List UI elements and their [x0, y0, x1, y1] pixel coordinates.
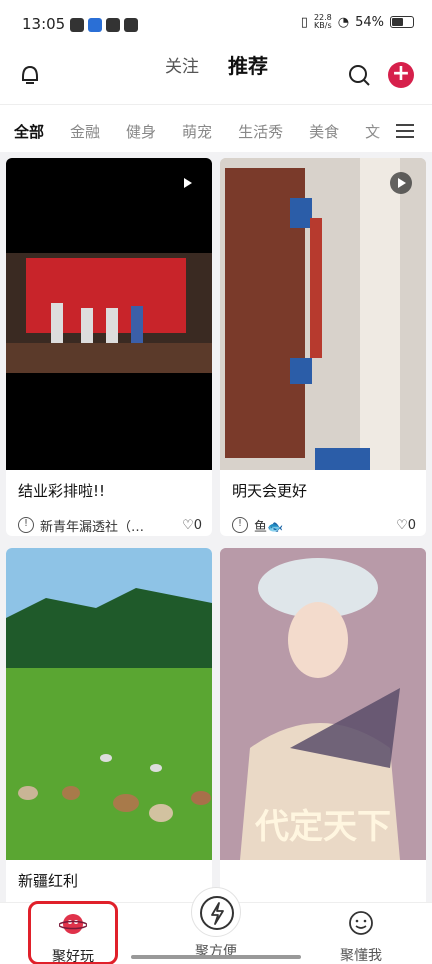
- nav-home[interactable]: 聚好玩: [28, 901, 118, 964]
- card-title: 结业彩排啦!!: [18, 482, 106, 500]
- vibrate-icon: ▯: [300, 14, 308, 30]
- card-author[interactable]: 鱼🐟: [254, 516, 396, 535]
- search-icon[interactable]: [346, 62, 372, 88]
- net-speed: 22.8 KB/s: [313, 13, 332, 30]
- nav-convenience[interactable]: 聚方便: [171, 887, 261, 961]
- status-right: ▯ 22.8 KB/s ◔ 54%: [301, 14, 414, 30]
- like-count: 0: [193, 517, 202, 533]
- link-icon: [106, 18, 120, 32]
- info-icon: !: [18, 517, 34, 533]
- stage-performance-image: [6, 253, 212, 373]
- poster-title: 代定天下: [254, 807, 391, 847]
- card-author[interactable]: 新青年漏透社（…: [40, 516, 182, 535]
- bottom-navigation: 聚好玩 聚方便 聚懂我: [0, 887, 432, 964]
- feed-card[interactable]: 明天会更好 ! 鱼🐟 ♡ 0: [220, 158, 426, 536]
- heart-icon[interactable]: ♡: [182, 518, 194, 533]
- heart-icon[interactable]: ♡: [396, 518, 408, 533]
- video-play-icon: [176, 172, 198, 194]
- category-menu-icon[interactable]: [396, 124, 414, 138]
- add-post-button[interactable]: +: [388, 62, 414, 88]
- planet-icon: [58, 914, 88, 934]
- card-thumbnail: [220, 158, 426, 470]
- nav-me[interactable]: 聚懂我: [316, 909, 406, 964]
- tab-recommend[interactable]: 推荐: [228, 50, 268, 81]
- feed-card[interactable]: 代定天下: [220, 548, 426, 902]
- nav-me-label: 聚懂我: [340, 948, 382, 964]
- card-title: 明天会更好: [232, 482, 308, 500]
- notification-icons: [70, 18, 138, 32]
- card-meta: ! 新青年漏透社（… ♡ 0: [6, 506, 212, 536]
- top-header: 关注 推荐 +: [0, 50, 432, 102]
- battery-percent: 54%: [355, 14, 384, 30]
- status-bar: 13:05 ▯ 22.8 KB/s ◔ 54%: [0, 0, 432, 50]
- grassland-sheep-image: [6, 548, 212, 860]
- category-tab[interactable]: 美食: [309, 121, 339, 142]
- like-count: 0: [407, 517, 416, 533]
- card-thumbnail: [6, 158, 212, 470]
- home-indicator[interactable]: [131, 955, 301, 959]
- card-meta: ! 鱼🐟 ♡ 0: [220, 506, 426, 536]
- battery-icon: [390, 16, 414, 28]
- tiktok-icon: [124, 18, 138, 32]
- status-time: 13:05: [22, 15, 66, 33]
- lightning-icon: [191, 887, 241, 937]
- category-tab[interactable]: 健身: [126, 121, 156, 142]
- info-icon: !: [232, 517, 248, 533]
- app-notification-icon: [88, 18, 102, 32]
- nav-home-label: 聚好玩: [52, 949, 94, 964]
- wifi-icon: ◔: [337, 14, 350, 30]
- feed-card[interactable]: 新疆红利: [6, 548, 212, 902]
- category-tabs: 全部金融健身萌宠生活秀美食文: [0, 104, 432, 152]
- category-tab[interactable]: 全部: [14, 121, 44, 142]
- category-tab[interactable]: 金融: [70, 121, 100, 142]
- notification-bell-icon[interactable]: [17, 62, 43, 88]
- smiley-icon: [349, 911, 373, 935]
- category-tab[interactable]: 生活秀: [238, 121, 283, 142]
- video-play-icon: [390, 172, 412, 194]
- category-tab[interactable]: 萌宠: [182, 121, 212, 142]
- meeting-room-image: [220, 158, 426, 470]
- drama-poster-image: 代定天下: [220, 548, 426, 860]
- card-thumbnail: 代定天下: [220, 548, 426, 860]
- card-thumbnail: [6, 548, 212, 860]
- content-feed[interactable]: 结业彩排啦!! ! 新青年漏透社（… ♡ 0 明天会更好 ! 鱼🐟 ♡ 0 新疆…: [0, 152, 432, 902]
- tab-follow[interactable]: 关注: [165, 52, 199, 77]
- mail-icon: [70, 18, 84, 32]
- category-list: 全部金融健身萌宠生活秀美食文: [14, 121, 406, 142]
- feed-card[interactable]: 结业彩排啦!! ! 新青年漏透社（… ♡ 0: [6, 158, 212, 536]
- tab-recommend-label: 推荐: [228, 54, 268, 78]
